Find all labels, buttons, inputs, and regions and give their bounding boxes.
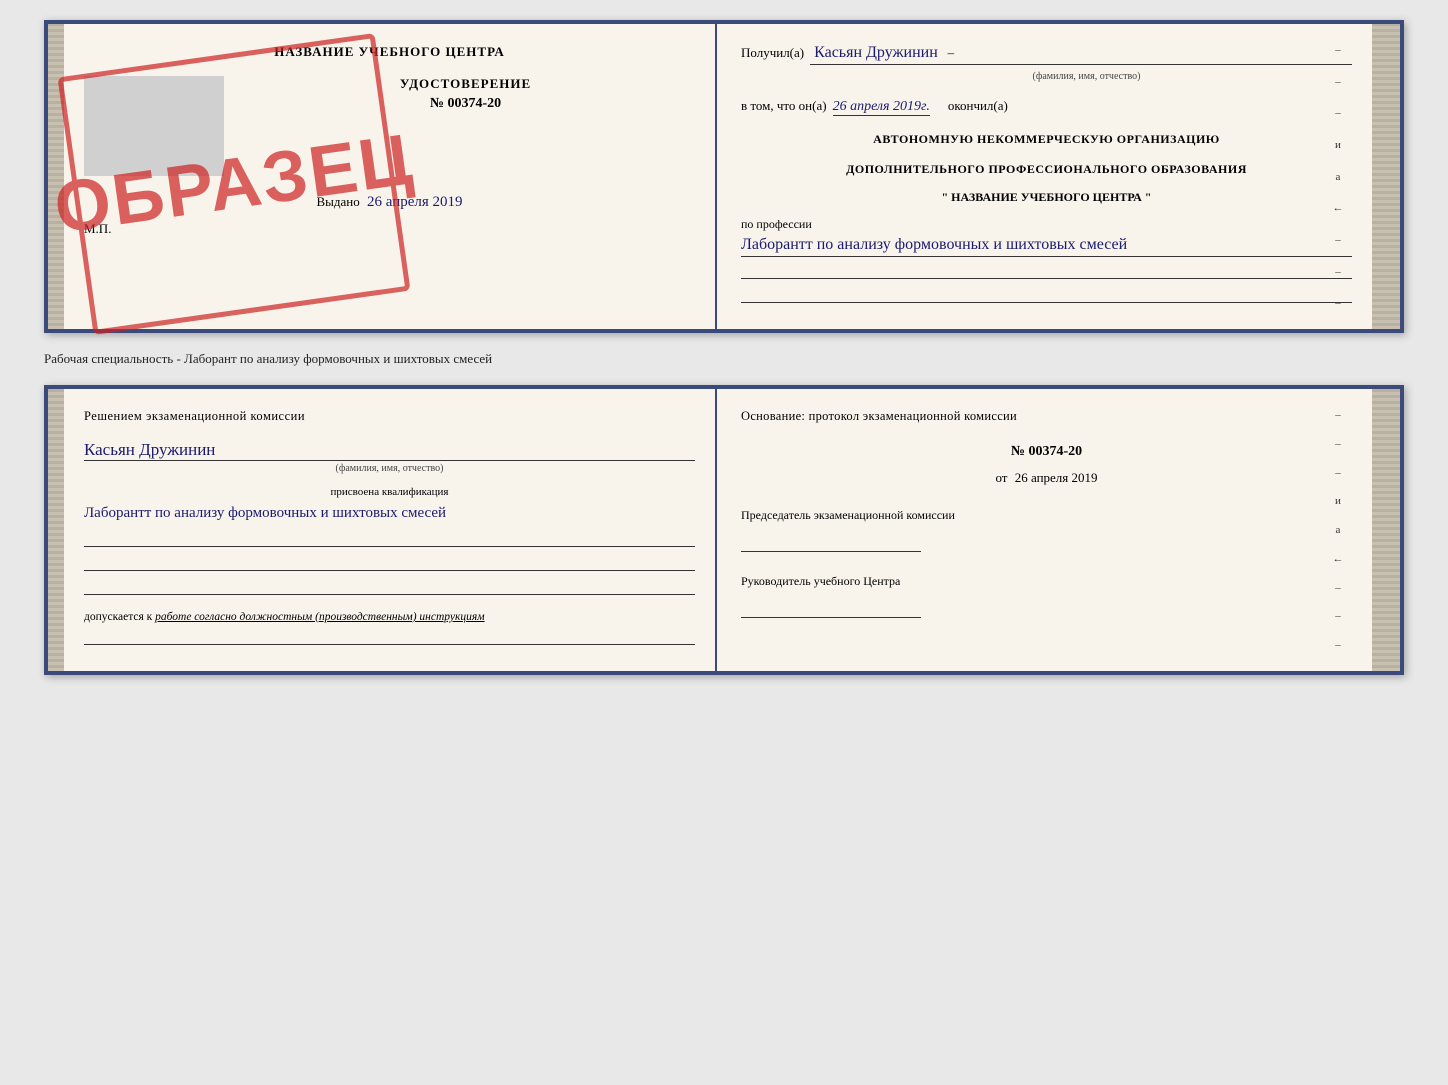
date-value: 26 апреля 2019г. xyxy=(833,99,930,116)
date-of-label: от xyxy=(995,470,1007,485)
cert-right-panel: Получил(а) Касьян Дружинин – (фамилия, и… xyxy=(717,24,1372,329)
bottom-side-dashes: – – – и а ← – – – xyxy=(1332,409,1344,651)
mp-label: М.П. xyxy=(84,221,695,237)
person-name: Касьян Дружинин xyxy=(84,440,695,461)
cert-issued: Выдано 26 апреля 2019 xyxy=(84,194,695,211)
blank-line-1 xyxy=(84,529,695,547)
allowed-italic: работе согласно должностным (производств… xyxy=(155,611,484,623)
cert-number: № 00374-20 xyxy=(236,96,695,112)
bottom-book-spine-right xyxy=(1372,389,1400,671)
issued-date: 26 апреля 2019 xyxy=(367,194,463,210)
book-spine-left xyxy=(48,24,64,329)
finished-label: окончил(а) xyxy=(948,98,1008,114)
name-subtitle: (фамилия, имя, отчество) xyxy=(821,71,1352,82)
protocol-number: № 00374-20 xyxy=(741,444,1352,460)
director-signature-line xyxy=(741,596,921,618)
bottom-right-panel: Основание: протокол экзаменационной коми… xyxy=(717,389,1372,671)
cert-left-panel: НАЗВАНИЕ УЧЕБНОГО ЦЕНТРА УДОСТОВЕРЕНИЕ №… xyxy=(64,24,717,329)
profession-blank-line xyxy=(741,261,1352,279)
bottom-book-spine-left xyxy=(48,389,64,671)
org-line2: ДОПОЛНИТЕЛЬНОГО ПРОФЕССИОНАЛЬНОГО ОБРАЗО… xyxy=(741,160,1352,178)
in-that-label: в том, что он(а) xyxy=(741,98,827,114)
profession-label: по профессии xyxy=(741,217,1352,232)
protocol-date: от 26 апреля 2019 xyxy=(741,470,1352,486)
bottom-certificate-book: Решением экзаменационной комиссии Касьян… xyxy=(44,385,1404,675)
issued-label: Выдано xyxy=(316,194,359,209)
chairman-label: Председатель экзаменационной комиссии xyxy=(741,506,1352,524)
profession-blank-line2 xyxy=(741,285,1352,303)
director-block: Руководитель учебного Центра xyxy=(741,572,1352,618)
allowed-prefix: допускается к xyxy=(84,611,152,623)
org-line1: АВТОНОМНУЮ НЕКОММЕРЧЕСКУЮ ОРГАНИЗАЦИЮ xyxy=(741,130,1352,148)
received-line: Получил(а) Касьян Дружинин – xyxy=(741,44,1352,65)
side-dashes: – – – и а ← – – – xyxy=(1332,44,1344,309)
received-name: Касьян Дружинин xyxy=(814,44,938,61)
decision-title: Решением экзаменационной комиссии xyxy=(84,409,695,424)
cert-school-title: НАЗВАНИЕ УЧЕБНОГО ЦЕНТРА xyxy=(84,44,695,60)
qualification-handwritten: Лаборантт по анализу формовочных и шихто… xyxy=(84,502,695,525)
bottom-left-panel: Решением экзаменационной комиссии Касьян… xyxy=(64,389,717,671)
blank-line-4 xyxy=(84,627,695,645)
profession-handwritten: Лаборантт по анализу формовочных и шихто… xyxy=(741,234,1352,257)
book-spine-right xyxy=(1372,24,1400,329)
chairman-signature-line xyxy=(741,530,921,552)
org-quote: " НАЗВАНИЕ УЧЕБНОГО ЦЕНТРА " xyxy=(741,190,1352,205)
protocol-date-value: 26 апреля 2019 xyxy=(1015,470,1098,485)
chairman-block: Председатель экзаменационной комиссии xyxy=(741,506,1352,552)
top-certificate-book: НАЗВАНИЕ УЧЕБНОГО ЦЕНТРА УДОСТОВЕРЕНИЕ №… xyxy=(44,20,1404,333)
director-label: Руководитель учебного Центра xyxy=(741,572,1352,590)
photo-placeholder xyxy=(84,76,224,176)
blank-line-3 xyxy=(84,577,695,595)
cert-label: УДОСТОВЕРЕНИЕ xyxy=(236,76,695,92)
allowed-text: допускается к работе согласно должностны… xyxy=(84,611,695,623)
middle-caption: Рабочая специальность - Лаборант по анал… xyxy=(44,345,1404,373)
basis-title: Основание: протокол экзаменационной коми… xyxy=(741,409,1352,424)
person-name-sub: (фамилия, имя, отчество) xyxy=(84,463,695,474)
date-line: в том, что он(а) 26 апреля 2019г. окончи… xyxy=(741,98,1352,116)
blank-line-2 xyxy=(84,553,695,571)
received-label: Получил(а) xyxy=(741,45,804,61)
qualification-label: присвоена квалификация xyxy=(84,486,695,498)
